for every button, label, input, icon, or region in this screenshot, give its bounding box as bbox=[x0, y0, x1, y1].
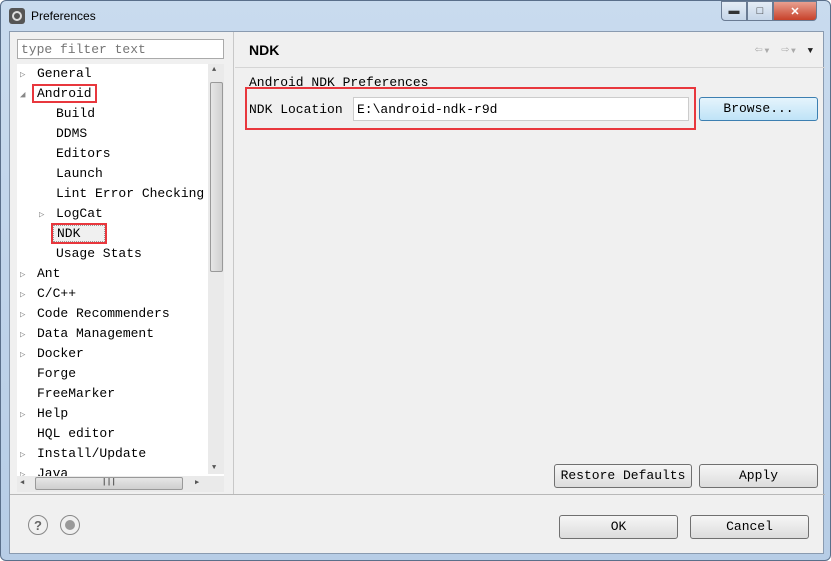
tree-item[interactable]: ▷ C/C++ bbox=[20, 284, 79, 304]
tree-item[interactable]: ▷ General bbox=[20, 64, 95, 84]
collapsed-arrow-icon[interactable]: ▷ bbox=[20, 445, 34, 465]
tree-item[interactable]: ▷ Help bbox=[20, 404, 71, 424]
scrollbar-thumb[interactable] bbox=[210, 82, 223, 272]
tree-item-label: Docker bbox=[37, 346, 84, 361]
apply-button[interactable]: Apply bbox=[699, 464, 818, 488]
forward-dropdown-icon[interactable]: ▼ bbox=[791, 47, 798, 56]
ndk-location-label: NDK Location bbox=[249, 102, 343, 117]
back-arrow-icon[interactable]: ⇦ bbox=[755, 42, 765, 57]
tree-item-label: FreeMarker bbox=[37, 386, 116, 401]
tree-item-label: C/C++ bbox=[37, 286, 77, 301]
tree-item-label: General bbox=[37, 66, 92, 81]
preferences-window: Preferences ▬ □ ✕ ▷Java▷Install/UpdateHQ… bbox=[0, 0, 831, 561]
tree-item[interactable]: HQL editor bbox=[20, 424, 118, 444]
tree-item-label: Help bbox=[37, 406, 69, 421]
dialog-footer: ? OK Cancel bbox=[10, 494, 825, 555]
page-header: NDK ⇦▼ ⇨▼ ▼ bbox=[235, 32, 825, 68]
close-button[interactable]: ✕ bbox=[773, 1, 817, 21]
view-menu-icon[interactable]: ▼ bbox=[808, 46, 815, 56]
tree-item[interactable]: ▷ Code Recommenders bbox=[20, 304, 173, 324]
cancel-button[interactable]: Cancel bbox=[690, 515, 809, 539]
back-dropdown-icon[interactable]: ▼ bbox=[765, 47, 772, 56]
tree-item[interactable]: DDMS bbox=[39, 124, 90, 144]
sidebar: ▷Java▷Install/UpdateHQL editor▷HelpFreeM… bbox=[10, 32, 234, 494]
collapsed-arrow-icon[interactable]: ▷ bbox=[20, 65, 34, 85]
dialog-content: ▷Java▷Install/UpdateHQL editor▷HelpFreeM… bbox=[9, 31, 825, 555]
collapsed-arrow-icon[interactable]: ▷ bbox=[20, 345, 34, 365]
tree-item[interactable]: Build bbox=[39, 104, 98, 124]
tree-item[interactable]: ▷ LogCat bbox=[39, 204, 106, 224]
eclipse-icon bbox=[9, 8, 25, 24]
tree-item[interactable]: ▷ Data Management bbox=[20, 324, 157, 344]
tree-item[interactable]: ◢ Android bbox=[20, 84, 97, 105]
forward-arrow-icon[interactable]: ⇨ bbox=[781, 42, 791, 57]
tree-item-label: Editors bbox=[56, 146, 111, 161]
ok-button[interactable]: OK bbox=[559, 515, 678, 539]
restore-defaults-button[interactable]: Restore Defaults bbox=[554, 464, 692, 488]
tree-item[interactable]: Lint Error Checking bbox=[39, 184, 207, 204]
collapsed-arrow-icon[interactable]: ▷ bbox=[20, 305, 34, 325]
vertical-scrollbar[interactable]: ▲ ▼ bbox=[208, 64, 224, 474]
horizontal-scrollbar-thumb[interactable]: ||| bbox=[35, 477, 183, 490]
preference-page: NDK ⇦▼ ⇨▼ ▼ Android NDK Preferences NDK … bbox=[235, 32, 825, 494]
horizontal-scrollbar[interactable]: ◀ ||| ▶ bbox=[17, 476, 224, 492]
tree-item[interactable]: ▷ Ant bbox=[20, 264, 63, 284]
tree-item[interactable]: FreeMarker bbox=[20, 384, 118, 404]
tree-item-label: Code Recommenders bbox=[37, 306, 170, 321]
tree-item-label: Forge bbox=[37, 366, 77, 381]
filter-input[interactable] bbox=[17, 39, 224, 59]
maximize-button[interactable]: □ bbox=[747, 1, 773, 21]
tree-item-label: Android bbox=[32, 84, 97, 103]
collapsed-arrow-icon[interactable]: ▷ bbox=[20, 405, 34, 425]
help-icon[interactable]: ? bbox=[28, 515, 48, 535]
preference-tree: ▷ Java ▷ Install/Update HQL editor ▷ Help FreeM… bbox=[17, 64, 224, 492]
tree-item[interactable]: Usage Stats bbox=[39, 244, 145, 264]
minimize-button[interactable]: ▬ bbox=[721, 1, 747, 21]
ndk-location-input[interactable] bbox=[353, 97, 689, 121]
tree-item-label: DDMS bbox=[56, 126, 88, 141]
browse-button[interactable]: Browse... bbox=[699, 97, 818, 121]
tree-item[interactable]: Forge bbox=[20, 364, 79, 384]
tree-item-label: Usage Stats bbox=[56, 246, 142, 261]
tree-item-label: LogCat bbox=[56, 206, 103, 221]
tree-item-label: Launch bbox=[56, 166, 103, 181]
tree-item-label: Build bbox=[56, 106, 96, 121]
tree-item[interactable]: ▷ Install/Update bbox=[20, 444, 149, 464]
collapsed-arrow-icon[interactable]: ▷ bbox=[39, 205, 53, 225]
page-navigation: ⇦▼ ⇨▼ ▼ bbox=[755, 42, 815, 57]
collapsed-arrow-icon[interactable]: ▷ bbox=[20, 285, 34, 305]
import-export-icon[interactable] bbox=[60, 515, 80, 535]
window-title: Preferences bbox=[31, 9, 96, 23]
tree-item-label: NDK bbox=[50, 223, 108, 244]
section-label: Android NDK Preferences bbox=[249, 75, 429, 90]
tree-item-label: Ant bbox=[37, 266, 61, 281]
tree-item-label: HQL editor bbox=[37, 426, 116, 441]
collapsed-arrow-icon[interactable]: ▷ bbox=[20, 325, 34, 345]
title-bar: Preferences bbox=[9, 7, 96, 25]
tree-item-label: Lint Error Checking bbox=[56, 186, 205, 201]
tree-item[interactable]: Launch bbox=[39, 164, 106, 184]
tree-item[interactable]: NDK bbox=[39, 223, 108, 244]
expanded-arrow-icon[interactable]: ◢ bbox=[20, 85, 34, 105]
tree-item[interactable]: Editors bbox=[39, 144, 114, 164]
tree-item-label: Data Management bbox=[37, 326, 155, 341]
tree-item-label: Install/Update bbox=[37, 446, 147, 461]
collapsed-arrow-icon[interactable]: ▷ bbox=[20, 265, 34, 285]
page-title: NDK bbox=[249, 42, 280, 58]
tree-item[interactable]: ▷ Docker bbox=[20, 344, 87, 364]
